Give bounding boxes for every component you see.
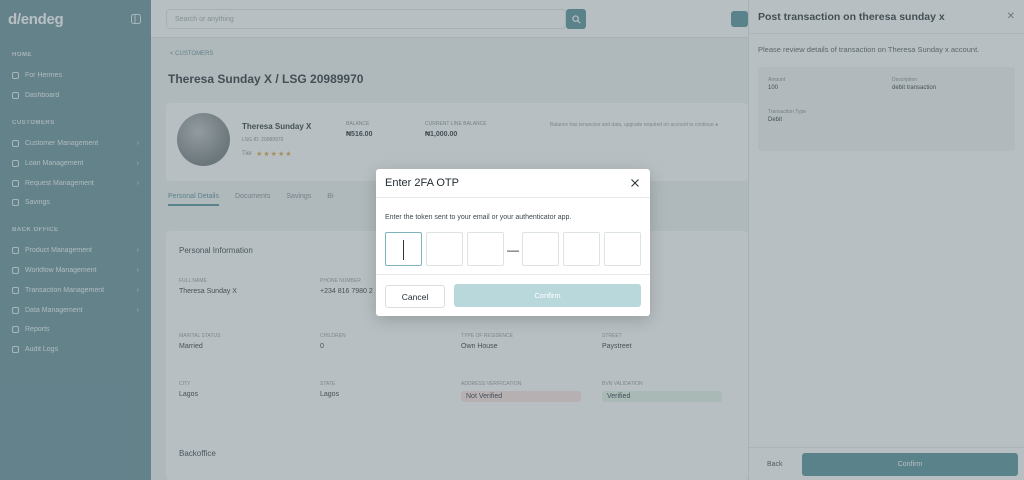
otp-digit-5[interactable] [563,232,600,266]
otp-instruction: Enter the token sent to your email or yo… [385,214,572,221]
modal-title: Enter 2FA OTP [385,177,459,189]
modal-header: Enter 2FA OTP [376,169,650,198]
text-caret [403,240,404,260]
otp-digit-6[interactable] [604,232,641,266]
otp-digit-2[interactable] [426,232,463,266]
otp-digit-4[interactable] [522,232,559,266]
otp-separator: — [507,243,519,257]
cancel-button[interactable]: Cancel [385,285,445,308]
confirm-button[interactable]: Confirm [454,284,641,307]
close-icon[interactable] [629,177,641,189]
otp-digit-3[interactable] [467,232,504,266]
modal-divider [376,274,650,275]
